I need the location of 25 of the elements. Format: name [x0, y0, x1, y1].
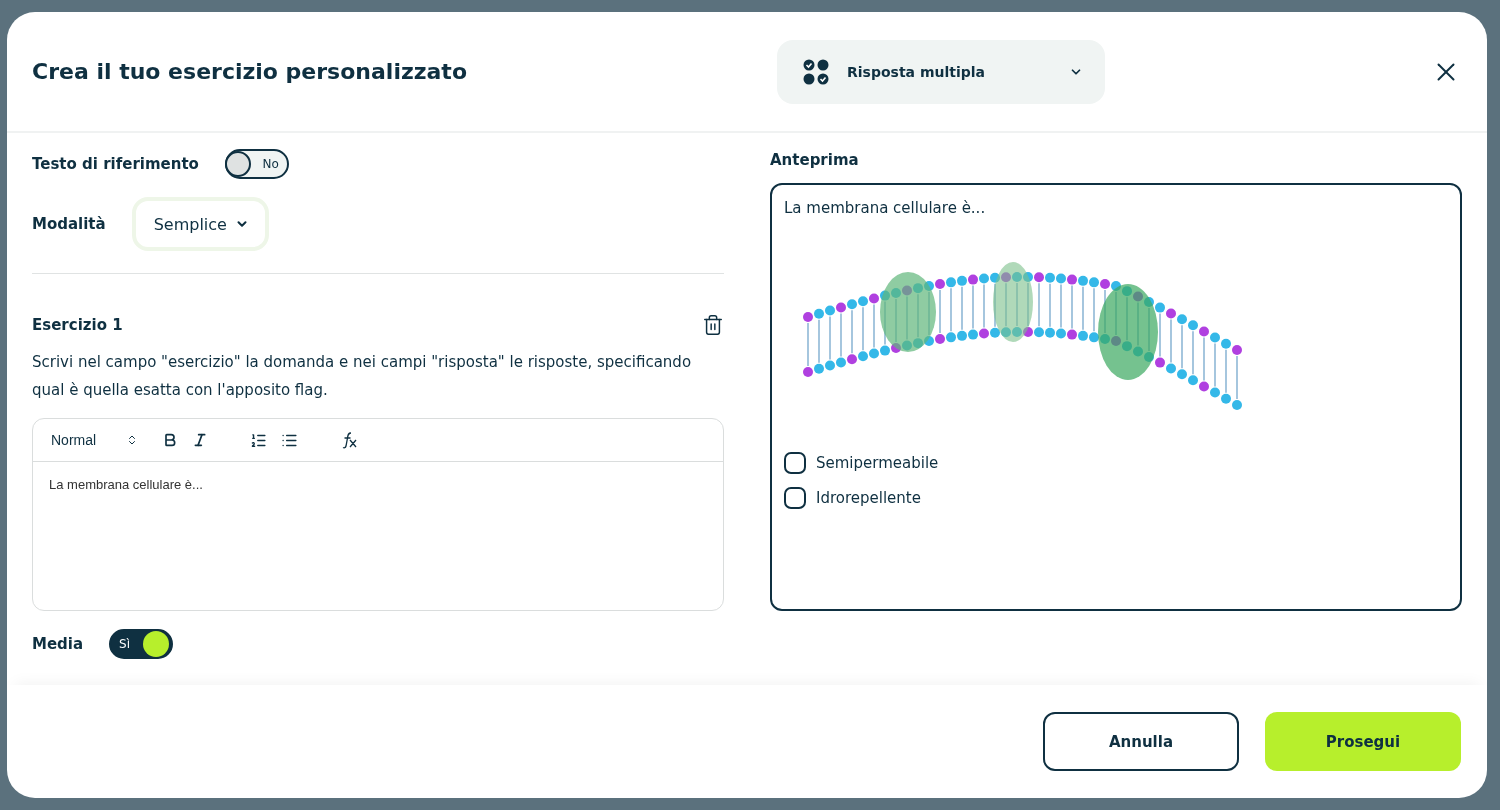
options-icon: [803, 58, 829, 85]
cancel-button[interactable]: Annulla: [1043, 712, 1239, 771]
instructions-text: Scrivi nel campo "esercizio" la domanda e nei campi "risposta" le risposte, specificando qual è quella esatta con l'apposito flag.: [32, 352, 693, 401]
answer-checkbox[interactable]: [784, 487, 806, 509]
answer-checkbox[interactable]: [784, 452, 806, 474]
answer-label: Idrorepellente: [816, 489, 921, 507]
format-dropdown[interactable]: Normal: [51, 432, 139, 448]
preview-title: Anteprima: [770, 151, 860, 169]
trash-icon[interactable]: [702, 314, 724, 336]
continue-button[interactable]: Prosegui: [1265, 712, 1461, 771]
editor-text: La membrana cellulare è...: [48, 476, 204, 494]
mode-label: Modalità: [32, 215, 106, 233]
exercise-type-dropdown[interactable]: Risposta multipla: [777, 39, 1105, 104]
formula-button[interactable]: [340, 431, 359, 449]
media-toggle[interactable]: Sì: [109, 629, 174, 659]
media-label: Media: [32, 635, 84, 653]
text-editor[interactable]: Normal La membrana cellulare è...: [32, 418, 724, 611]
numbered-list-button[interactable]: [250, 431, 268, 449]
reference-text-toggle[interactable]: No: [224, 149, 289, 179]
answer-label: Semipermeabile: [816, 454, 939, 472]
reference-text-label: Testo di riferimento: [32, 155, 199, 173]
dialog-title: Crea il tuo esercizio personalizzato: [32, 59, 468, 84]
mode-dropdown[interactable]: Semplice: [131, 197, 269, 251]
preview-question: La membrana cellulare è...: [784, 199, 987, 217]
exercise-title: Esercizio 1: [32, 316, 123, 334]
